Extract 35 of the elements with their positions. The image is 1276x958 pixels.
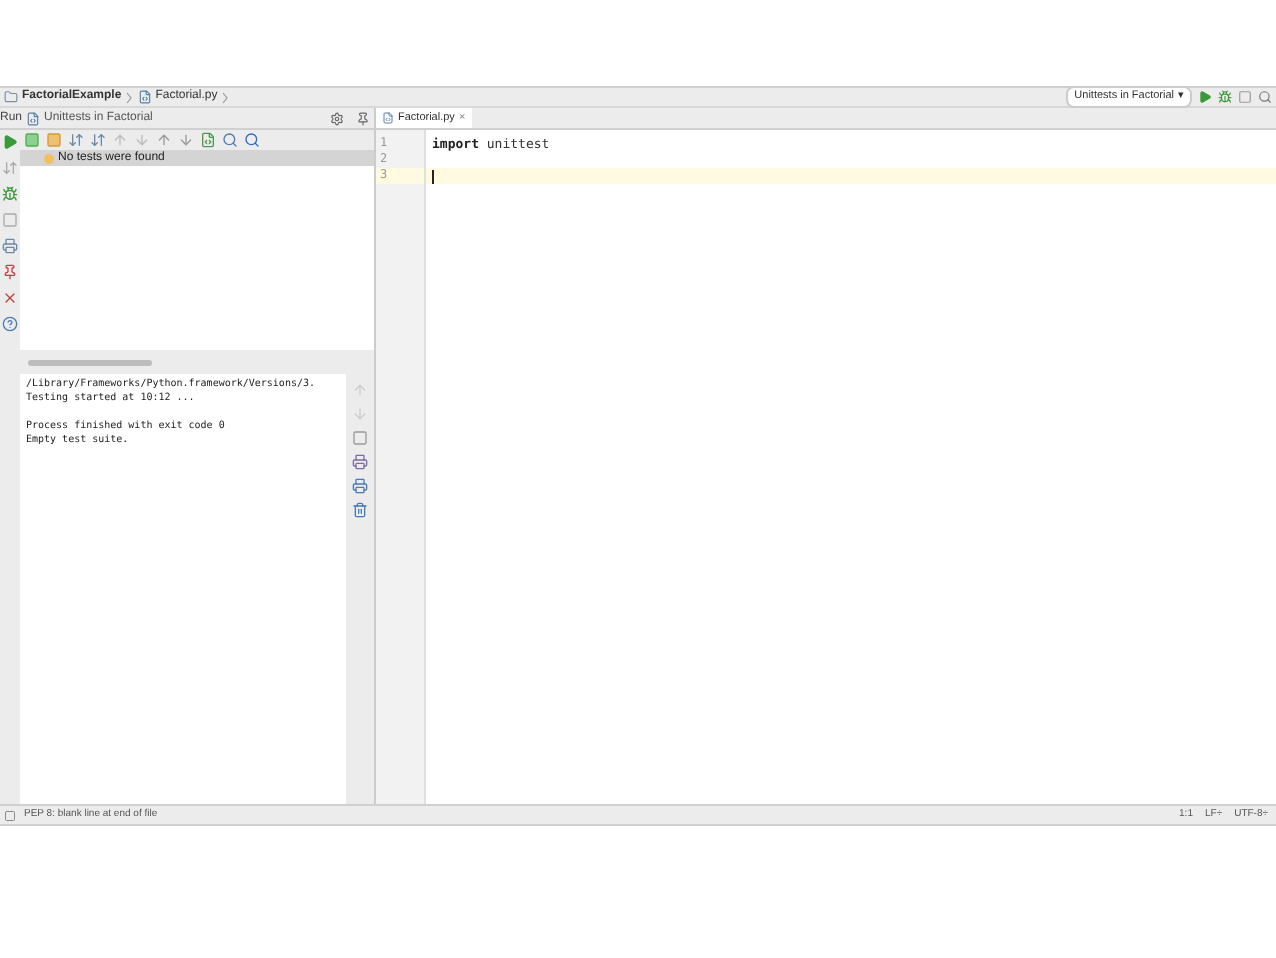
bug-icon[interactable] (2, 186, 18, 202)
stop-icon[interactable] (1238, 90, 1252, 104)
help-icon[interactable] (2, 316, 18, 332)
down-arrow-icon[interactable] (178, 132, 194, 148)
up-arrow-icon[interactable] (156, 132, 172, 148)
debug-icon[interactable] (1218, 90, 1232, 104)
chevron-icon (125, 91, 132, 103)
panel-toggle-icon[interactable] (4, 809, 16, 821)
search-icon[interactable] (1258, 90, 1272, 104)
python-file-icon (26, 111, 41, 125)
print-icon[interactable] (352, 478, 368, 494)
chevron-icon (221, 91, 228, 103)
rerun-icon[interactable] (2, 134, 18, 150)
settings-icon[interactable] (330, 111, 344, 125)
scrollbar[interactable] (28, 359, 152, 365)
up-arrow-icon[interactable] (112, 132, 128, 148)
close-icon[interactable] (2, 290, 18, 306)
down-arrow-icon[interactable] (134, 132, 150, 148)
pin-icon[interactable] (356, 111, 370, 125)
sort-icon[interactable] (68, 132, 84, 148)
sort-icon[interactable] (90, 132, 106, 148)
python-file-icon (137, 90, 152, 104)
search-icon[interactable] (222, 132, 238, 148)
pin-icon[interactable] (2, 264, 18, 280)
search-icon[interactable] (244, 132, 260, 148)
trash-icon[interactable] (352, 502, 368, 518)
ignored-toggle-icon[interactable] (46, 132, 62, 148)
folder-icon (4, 90, 18, 104)
python-file-icon (382, 112, 394, 124)
stop-icon[interactable] (2, 212, 18, 228)
run-icon[interactable] (1198, 90, 1212, 104)
sort-icon[interactable] (2, 160, 18, 176)
text-cursor (432, 169, 434, 183)
passed-toggle-icon[interactable] (24, 132, 40, 148)
warning-icon (44, 153, 54, 163)
